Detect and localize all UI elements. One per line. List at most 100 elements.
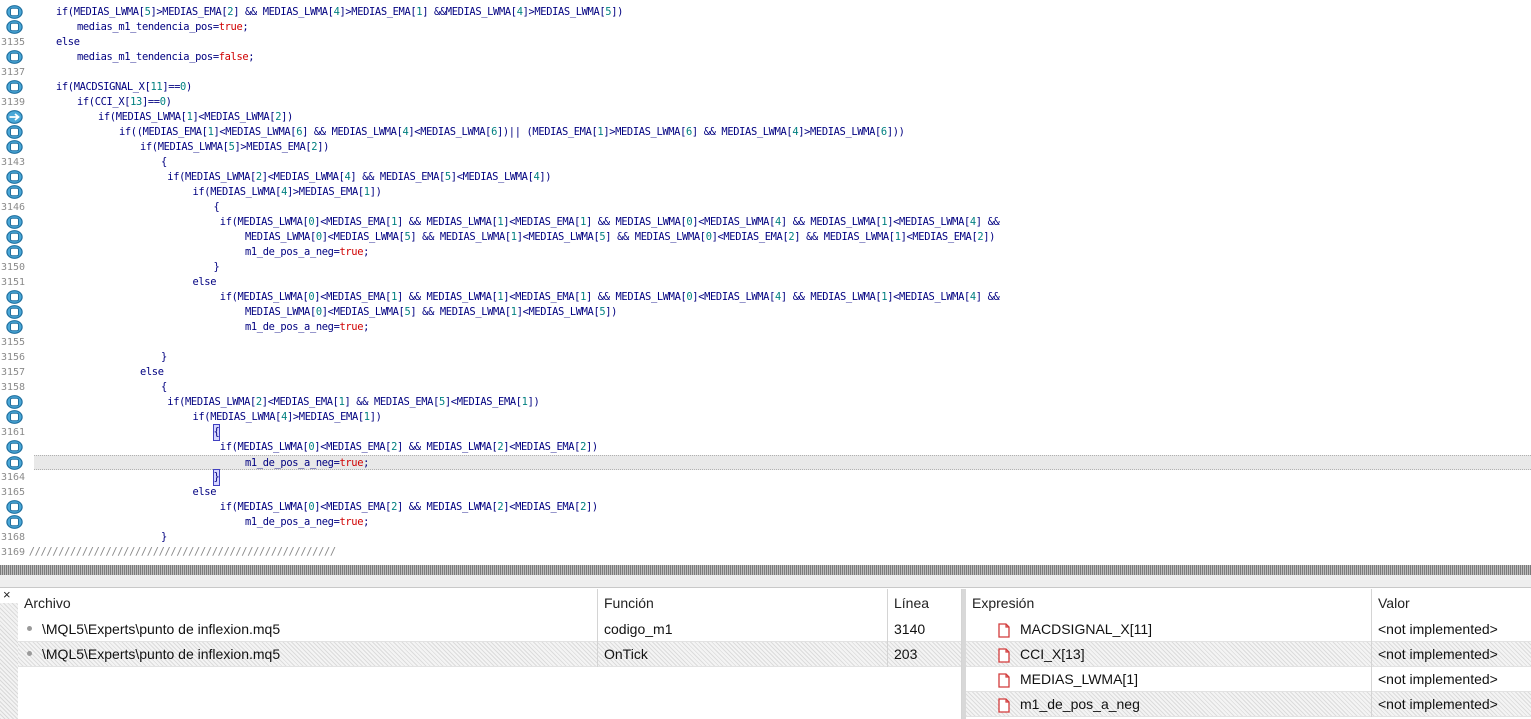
code-line[interactable]: 3158 {: [0, 380, 1531, 395]
code-line[interactable]: 3164}: [0, 469, 1531, 486]
code-line[interactable]: if(MEDIAS_LWMA[2]<MEDIAS_LWMA[4] && MEDI…: [0, 170, 1531, 185]
code-line[interactable]: medias_m1_tendencia_pos=true;: [0, 20, 1531, 35]
breakpoint-icon[interactable]: [6, 245, 23, 259]
call-line-cell: 3140: [888, 617, 962, 642]
code-line[interactable]: if(MEDIAS_LWMA[5]>MEDIAS_EMA[2] && MEDIA…: [0, 5, 1531, 20]
breakpoint-icon[interactable]: [6, 456, 23, 470]
breakpoint-icon[interactable]: [6, 140, 23, 154]
code-line[interactable]: m1_de_pos_a_neg=true;: [0, 515, 1531, 530]
header-archivo[interactable]: Archivo: [18, 589, 598, 617]
header-funcion[interactable]: Función: [598, 589, 888, 617]
code-line[interactable]: 3168}: [0, 530, 1531, 545]
breakpoint-icon[interactable]: [6, 5, 23, 19]
table-row[interactable]: MACDSIGNAL_X[11] <not implemented>: [966, 617, 1531, 642]
code-text: medias_m1_tendencia_pos=false;: [77, 51, 255, 63]
line-number: 3168: [1, 532, 26, 543]
code-line[interactable]: m1_de_pos_a_neg=true;: [0, 320, 1531, 335]
call-stack-panel[interactable]: Archivo Función Línea \MQL5\Experts\punt…: [18, 589, 962, 719]
header-valor[interactable]: Valor: [1372, 589, 1531, 617]
code-line[interactable]: if(MEDIAS_LWMA[0]<MEDIAS_EMA[1] && MEDIA…: [0, 290, 1531, 305]
code-editor[interactable]: if(MEDIAS_LWMA[5]>MEDIAS_EMA[2] && MEDIA…: [0, 0, 1531, 562]
code-line[interactable]: if(MEDIAS_LWMA[2]<MEDIAS_EMA[1] && MEDIA…: [0, 395, 1531, 410]
breakpoint-icon[interactable]: [6, 440, 23, 454]
breakpoint-icon[interactable]: [6, 500, 23, 514]
watch-expression-icon: [998, 646, 1010, 663]
breakpoint-icon[interactable]: [6, 20, 23, 34]
code-line[interactable]: 3143 {: [0, 155, 1531, 170]
breakpoint-icon[interactable]: [6, 515, 23, 529]
breakpoint-icon[interactable]: [6, 215, 23, 229]
table-row[interactable]: CCI_X[13] <not implemented>: [966, 642, 1531, 667]
code-line[interactable]: m1_de_pos_a_neg=true;: [0, 245, 1531, 260]
code-line[interactable]: if(MEDIAS_LWMA[5]>MEDIAS_EMA[2]): [0, 140, 1531, 155]
code-line[interactable]: m1_de_pos_a_neg=true;: [6, 455, 1531, 470]
code-line[interactable]: if((MEDIAS_EMA[1]<MEDIAS_LWMA[6] && MEDI…: [0, 125, 1531, 140]
code-text: if(MEDIAS_LWMA[0]<MEDIAS_EMA[1] && MEDIA…: [219, 216, 1000, 228]
header-expresion[interactable]: Expresión: [966, 589, 1372, 617]
breakpoint-icon[interactable]: [6, 320, 23, 334]
code-text: if(MEDIAS_LWMA[0]<MEDIAS_EMA[1] && MEDIA…: [219, 291, 1000, 303]
code-text: medias_m1_tendencia_pos=true;: [77, 21, 249, 33]
breakpoint-icon[interactable]: [6, 395, 23, 409]
code-line[interactable]: 3169////////////////////////////////////…: [0, 545, 1531, 560]
table-row[interactable]: \MQL5\Experts\punto de inflexion.mq5 OnT…: [18, 642, 962, 667]
table-row[interactable]: \MQL5\Experts\punto de inflexion.mq5 cod…: [18, 617, 962, 642]
header-linea[interactable]: Línea: [888, 589, 962, 617]
code-line[interactable]: 3146 {: [0, 200, 1531, 215]
watch-expr-cell: m1_de_pos_a_neg: [966, 692, 1372, 717]
breakpoint-icon[interactable]: [6, 410, 23, 424]
call-file-cell: \MQL5\Experts\punto de inflexion.mq5: [18, 617, 598, 642]
code-line[interactable]: if(MEDIAS_LWMA[0]<MEDIAS_EMA[2] && MEDIA…: [0, 500, 1531, 515]
code-line[interactable]: if(MEDIAS_LWMA[0]<MEDIAS_EMA[2] && MEDIA…: [0, 440, 1531, 455]
breakpoint-icon[interactable]: [6, 230, 23, 244]
watch-expr-text: m1_de_pos_a_neg: [1020, 696, 1140, 712]
line-number: 3155: [1, 337, 26, 348]
watch-panel[interactable]: Expresión Valor MACDSIGNAL_X[11] <not imp…: [966, 589, 1531, 719]
code-line[interactable]: MEDIAS_LWMA[0]<MEDIAS_LWMA[5] && MEDIAS_…: [0, 230, 1531, 245]
line-number: 3164: [1, 472, 26, 483]
call-func-cell: codigo_m1: [598, 617, 888, 642]
breakpoint-icon[interactable]: [6, 50, 23, 64]
code-line[interactable]: 3161 {: [0, 424, 1531, 441]
code-text: m1_de_pos_a_neg=true;: [245, 246, 370, 258]
code-line[interactable]: 3156}: [0, 350, 1531, 365]
code-text: if(CCI_X[13]==0): [77, 96, 172, 108]
line-number: 3156: [1, 352, 26, 363]
table-row[interactable]: m1_de_pos_a_neg <not implemented>: [966, 692, 1531, 717]
watch-header: Expresión Valor: [966, 589, 1531, 617]
line-number: 3137: [1, 67, 26, 78]
breakpoint-icon[interactable]: [6, 125, 23, 139]
code-line[interactable]: if(MACDSIGNAL_X[11]==0): [0, 80, 1531, 95]
bullet-icon: [27, 650, 32, 656]
code-line[interactable]: 3139 if(CCI_X[13]==0): [0, 95, 1531, 110]
panel-splitter[interactable]: [0, 565, 1531, 575]
code-line[interactable]: if(MEDIAS_LWMA[0]<MEDIAS_EMA[1] && MEDIA…: [0, 215, 1531, 230]
code-line[interactable]: if(MEDIAS_LWMA[1]<MEDIAS_LWMA[2]): [0, 110, 1531, 125]
code-line[interactable]: 3155: [0, 335, 1531, 350]
table-row[interactable]: MEDIAS_LWMA[1] <not implemented>: [966, 667, 1531, 692]
code-text: {: [212, 424, 221, 441]
line-number: 3150: [1, 262, 26, 273]
code-text: if(MEDIAS_LWMA[4]>MEDIAS_EMA[1]): [192, 186, 382, 198]
watch-expr-text: MACDSIGNAL_X[11]: [1020, 621, 1153, 637]
code-line[interactable]: 3137: [0, 65, 1531, 80]
code-line[interactable]: 3151 else: [0, 275, 1531, 290]
breakpoint-icon[interactable]: [6, 290, 23, 304]
code-text: }: [161, 531, 167, 543]
close-icon[interactable]: ×: [3, 588, 11, 602]
code-line[interactable]: 3157 else: [0, 365, 1531, 380]
breakpoint-icon[interactable]: [6, 80, 23, 94]
execution-arrow-icon[interactable]: [6, 110, 23, 124]
call-line-cell: 203: [888, 642, 962, 667]
code-line[interactable]: if(MEDIAS_LWMA[4]>MEDIAS_EMA[1]): [0, 185, 1531, 200]
breakpoint-icon[interactable]: [6, 185, 23, 199]
code-line[interactable]: 3150}: [0, 260, 1531, 275]
code-line[interactable]: MEDIAS_LWMA[0]<MEDIAS_LWMA[5] && MEDIAS_…: [0, 305, 1531, 320]
breakpoint-icon[interactable]: [6, 170, 23, 184]
code-line[interactable]: 3135 else: [0, 35, 1531, 50]
breakpoint-icon[interactable]: [6, 305, 23, 319]
code-line[interactable]: 3165 else: [0, 485, 1531, 500]
code-text: if(MEDIAS_LWMA[2]<MEDIAS_EMA[1] && MEDIA…: [167, 396, 540, 408]
code-line[interactable]: if(MEDIAS_LWMA[4]>MEDIAS_EMA[1]): [0, 410, 1531, 425]
code-line[interactable]: medias_m1_tendencia_pos=false;: [0, 50, 1531, 65]
